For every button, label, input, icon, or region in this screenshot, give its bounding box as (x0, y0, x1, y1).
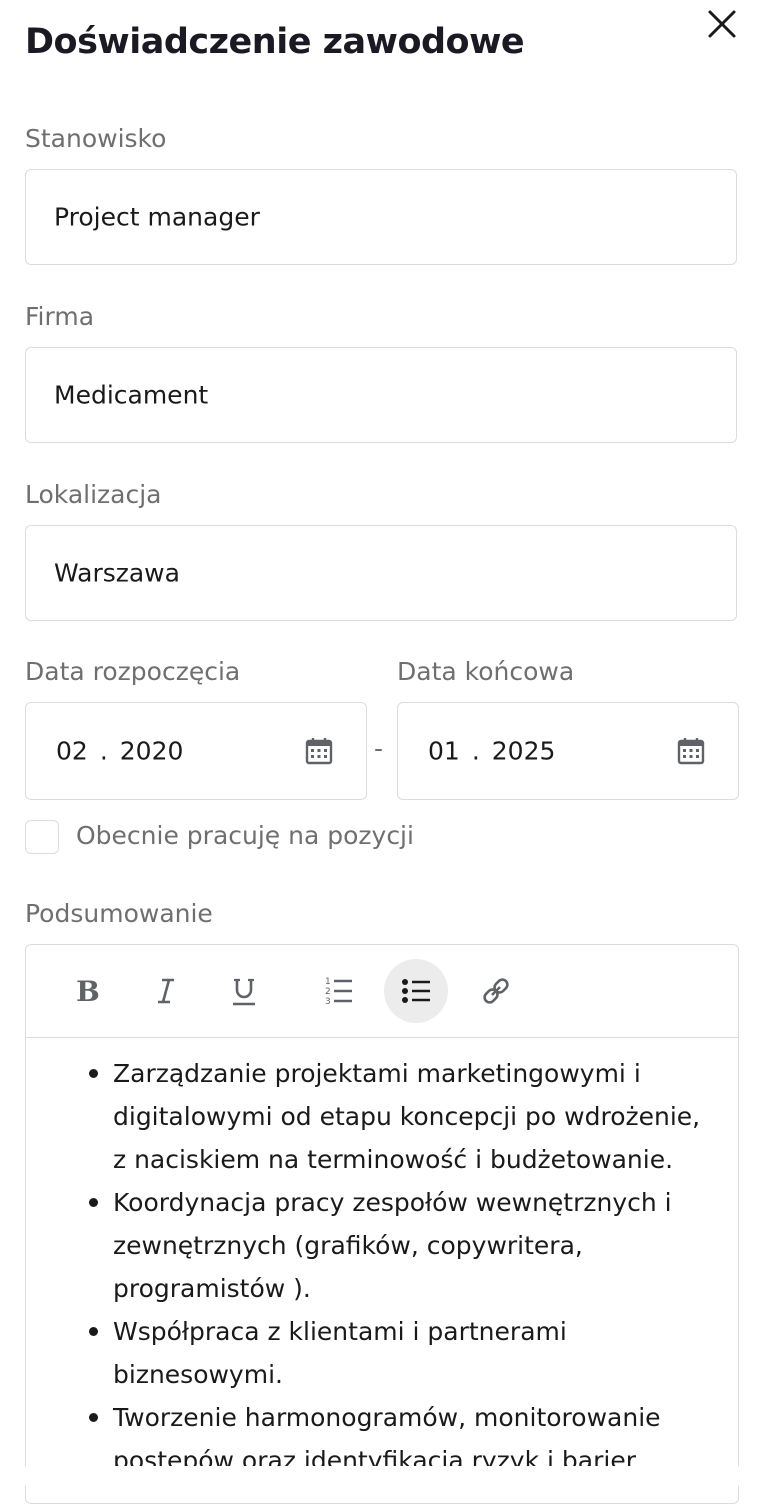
bullet-list-icon (402, 979, 430, 1003)
current-position-checkbox[interactable] (25, 820, 59, 854)
end-date-input[interactable]: 01. 2025 (397, 702, 739, 800)
close-button[interactable] (702, 4, 742, 44)
bullet-list-button[interactable] (384, 959, 448, 1023)
list-item: Współpraca z klientami i partnerami bizn… (26, 1310, 738, 1396)
svg-text:2: 2 (325, 987, 331, 997)
italic-icon (158, 978, 174, 1004)
calendar-icon[interactable] (676, 736, 706, 766)
current-position-label[interactable]: Obecnie pracuję na pozycji (76, 821, 414, 850)
company-label: Firma (25, 302, 95, 331)
svg-text:B: B (76, 976, 100, 1006)
editor-content[interactable]: Zarządzanie projektami marketingowymi i … (26, 1038, 738, 1482)
summary-editor[interactable]: B 1 2 3 Zarządzanie projektami marketing… (25, 944, 739, 1504)
ordered-list-button[interactable]: 1 2 3 (306, 959, 370, 1023)
start-date-input[interactable]: 02. 2020 (25, 702, 367, 800)
date-range-separator: - (374, 734, 384, 763)
end-date-month[interactable]: 01 (428, 737, 460, 766)
end-date-value: 01. 2025 (428, 737, 555, 766)
summary-label: Podsumowanie (25, 899, 213, 928)
link-icon (483, 978, 509, 1004)
position-label: Stanowisko (25, 124, 167, 153)
start-date-value: 02. 2020 (56, 737, 183, 766)
page-bottom-fade (0, 1466, 768, 1486)
location-label: Lokalizacja (25, 480, 162, 509)
start-date-year[interactable]: 2020 (120, 737, 184, 766)
underline-button[interactable] (212, 959, 276, 1023)
company-input[interactable]: Medicament (25, 347, 737, 443)
summary-bullet-list: Zarządzanie projektami marketingowymi i … (26, 1038, 738, 1482)
list-item: Koordynacja pracy zespołów wewnętrznych … (26, 1181, 738, 1310)
end-date-separator: . (471, 736, 480, 766)
position-input[interactable]: Project manager (25, 169, 737, 265)
close-icon (708, 10, 736, 38)
svg-text:1: 1 (325, 977, 331, 987)
bold-icon: B (76, 976, 100, 1006)
location-value: Warszawa (54, 558, 180, 588)
page-title: Doświadczenie zawodowe (25, 22, 525, 62)
start-date-label: Data rozpoczęcia (25, 657, 241, 686)
list-item: Zarządzanie projektami marketingowymi i … (26, 1038, 738, 1181)
svg-text:3: 3 (325, 997, 331, 1007)
position-value: Project manager (54, 202, 260, 232)
link-button[interactable] (464, 959, 528, 1023)
bold-button[interactable]: B (56, 959, 120, 1023)
end-date-year[interactable]: 2025 (492, 737, 556, 766)
start-date-separator: . (99, 736, 108, 766)
end-date-label: Data końcowa (397, 657, 575, 686)
ordered-list-icon: 1 2 3 (325, 977, 352, 1007)
calendar-icon[interactable] (304, 736, 334, 766)
location-input[interactable]: Warszawa (25, 525, 737, 621)
underline-icon (233, 978, 255, 1006)
editor-toolbar: B 1 2 3 (26, 945, 738, 1038)
start-date-month[interactable]: 02 (56, 737, 88, 766)
company-value: Medicament (54, 380, 209, 410)
italic-button[interactable] (134, 959, 198, 1023)
